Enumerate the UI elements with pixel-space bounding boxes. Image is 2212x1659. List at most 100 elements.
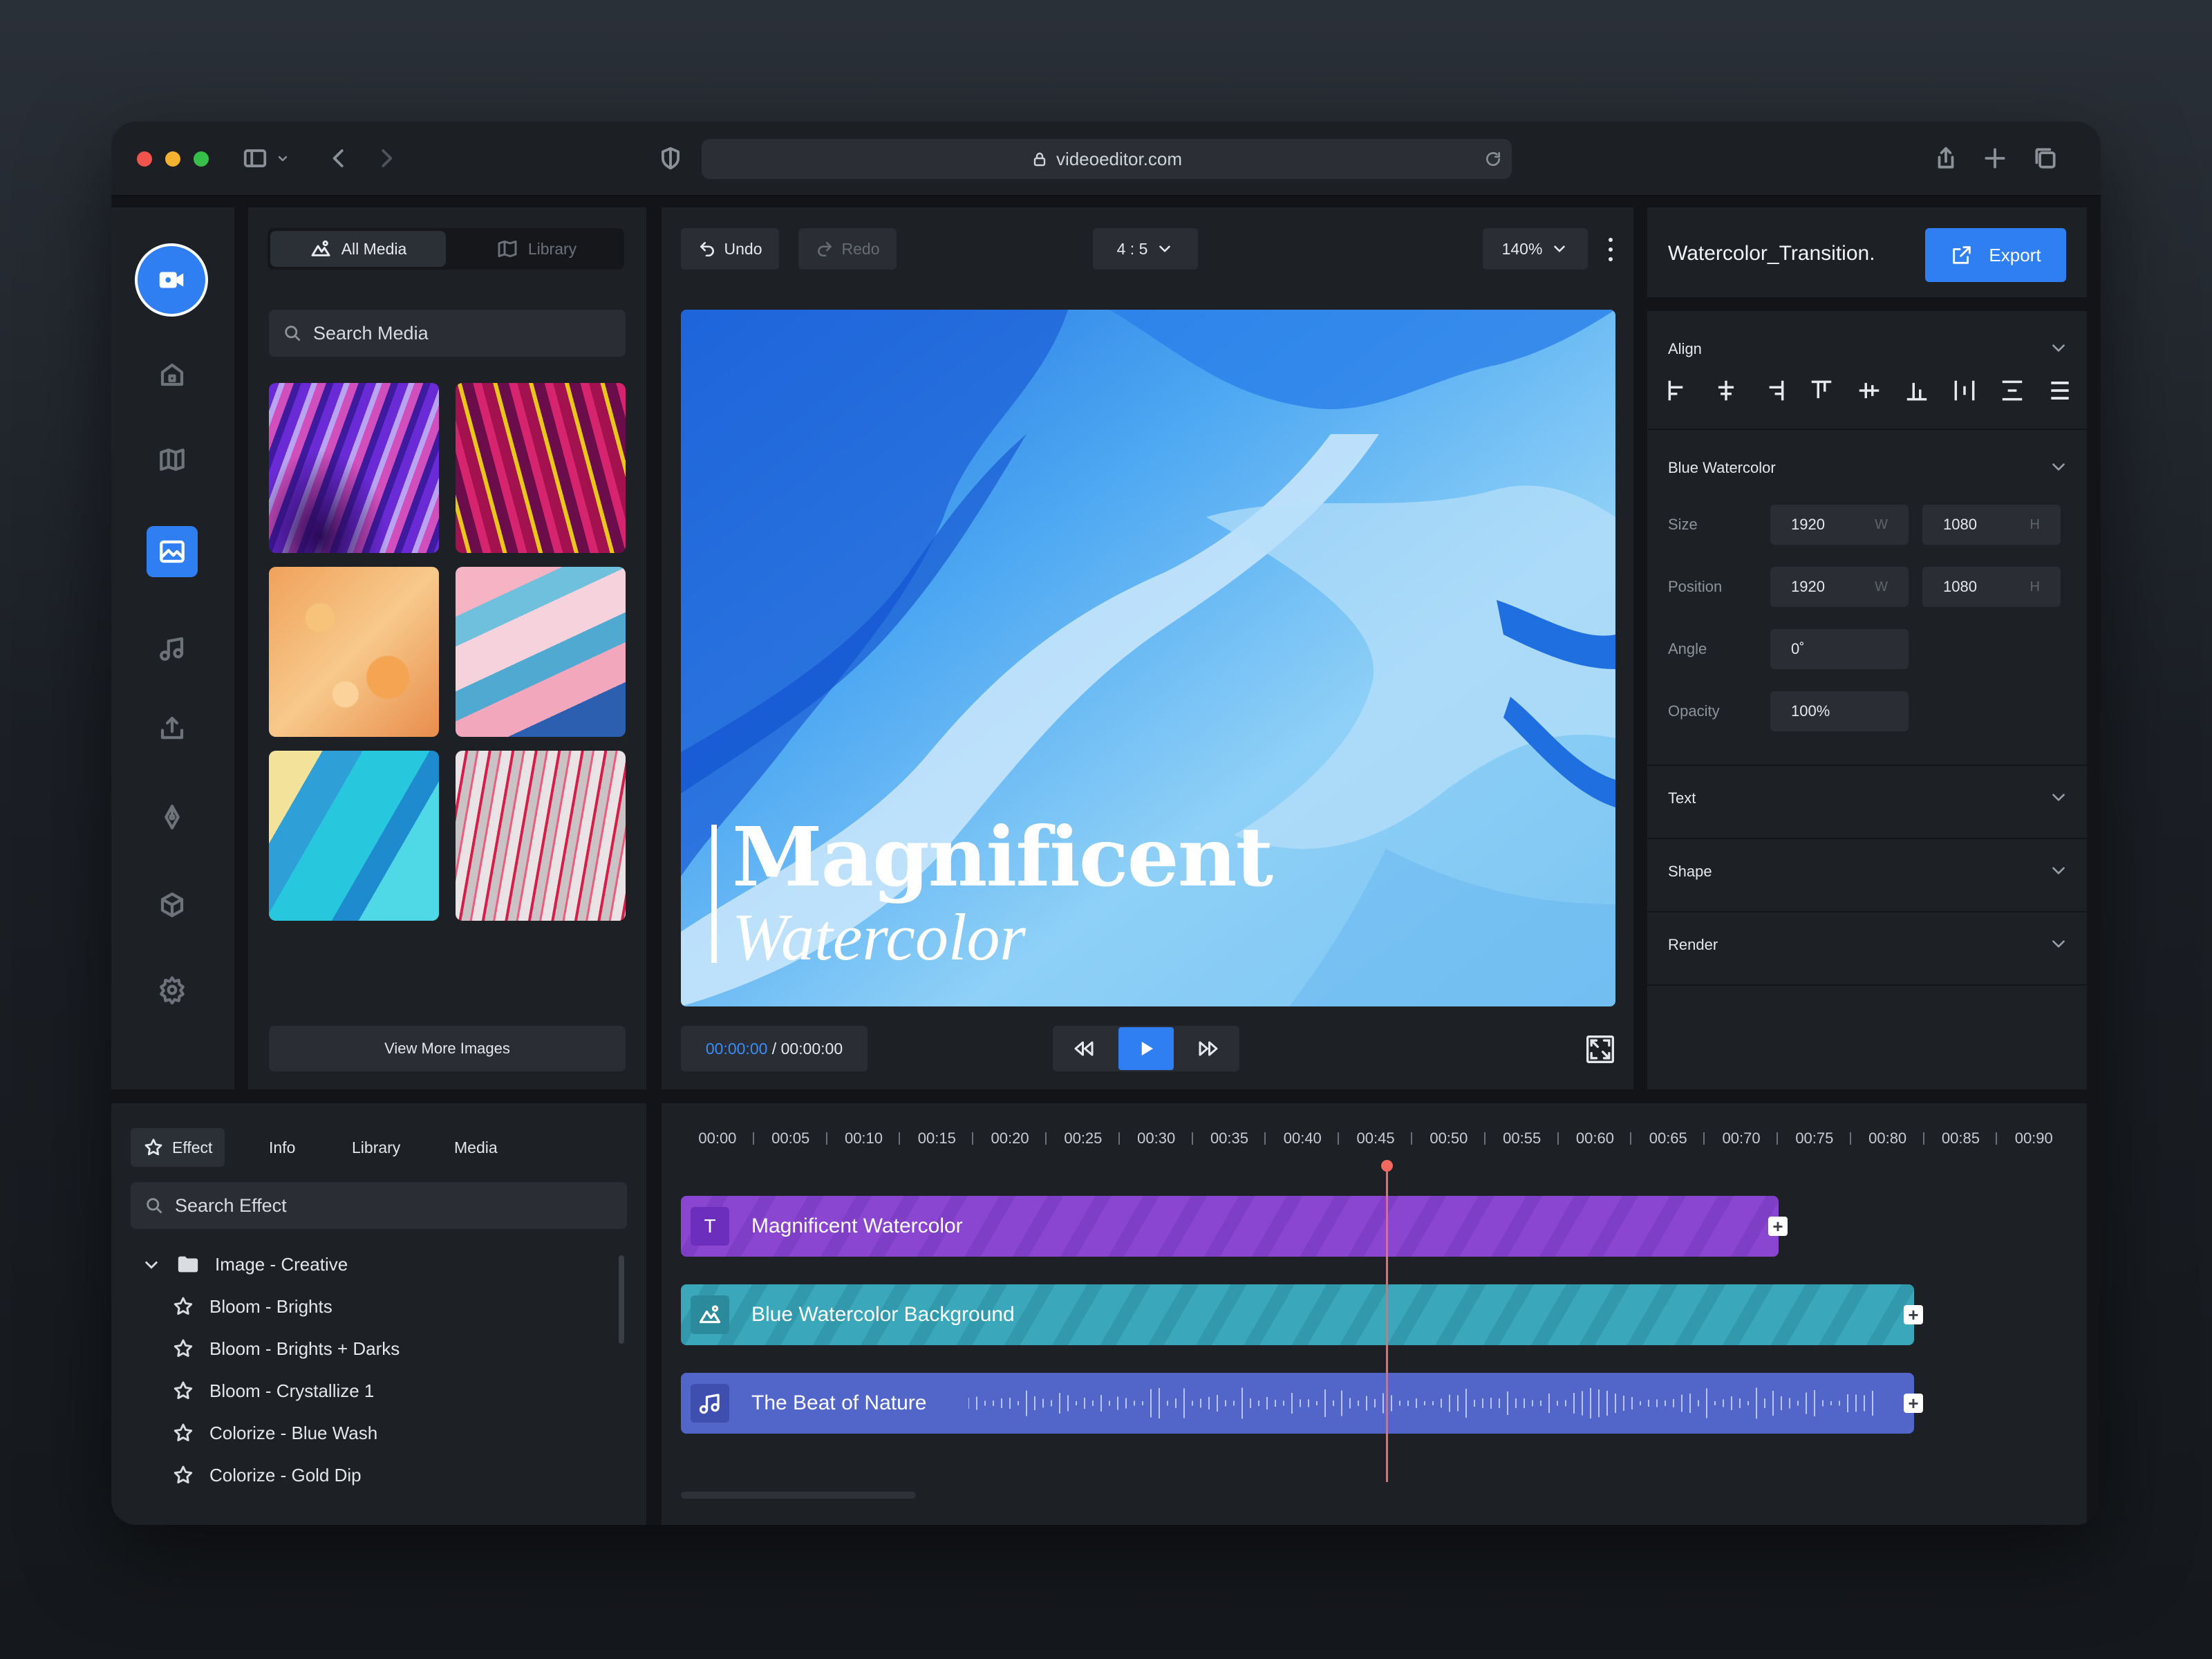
shield-icon[interactable] xyxy=(655,142,686,174)
divider xyxy=(1647,911,2087,912)
add-clip-icon[interactable]: + xyxy=(1768,1217,1788,1236)
media-thumbnail[interactable] xyxy=(269,383,439,553)
close-dot[interactable] xyxy=(137,151,152,167)
media-thumbnail[interactable] xyxy=(456,383,626,553)
text-section-title[interactable]: Text xyxy=(1668,789,1696,807)
search-media-input[interactable]: Search Media xyxy=(269,310,626,357)
effect-item[interactable]: Colorize - Gold Dip xyxy=(172,1464,362,1486)
minimize-dot[interactable] xyxy=(165,151,180,167)
align-top-icon[interactable] xyxy=(1808,377,1835,404)
pen-icon[interactable] xyxy=(147,791,198,843)
tab-all-media[interactable]: All Media xyxy=(270,231,446,267)
track-clip-text[interactable]: T Magnificent Watercolor xyxy=(681,1196,1779,1257)
media-panel: All Media Library Search Media View More… xyxy=(248,207,646,1089)
timeline-scrollbar[interactable] xyxy=(681,1492,916,1499)
aspect-ratio-select[interactable]: 4 : 5 xyxy=(1093,228,1198,270)
track-clip-audio[interactable]: The Beat of Nature xyxy=(681,1373,1914,1434)
zoom-dot[interactable] xyxy=(194,151,209,167)
settings-icon[interactable] xyxy=(147,964,198,1015)
reload-icon[interactable] xyxy=(1484,150,1502,168)
browser-window: videoeditor.com All Media Library Search… xyxy=(111,122,2101,1525)
app-logo[interactable] xyxy=(135,243,208,317)
distribute-h-icon[interactable] xyxy=(1951,377,1978,404)
book-icon[interactable] xyxy=(147,434,198,485)
size-height-field[interactable]: 1080 H xyxy=(1922,505,2061,545)
fullscreen-icon[interactable] xyxy=(1585,1034,1615,1065)
media-thumbnail[interactable] xyxy=(269,567,439,737)
time-tick: 00:10 xyxy=(827,1118,901,1159)
effect-item[interactable]: Bloom - Brights + Darks xyxy=(172,1338,400,1360)
effect-item[interactable]: Colorize - Blue Wash xyxy=(172,1422,377,1444)
search-effect-input[interactable]: Search Effect xyxy=(131,1182,627,1229)
zoom-select[interactable]: 140% xyxy=(1483,228,1588,270)
export-button[interactable]: Export xyxy=(1925,228,2066,282)
upload-icon[interactable] xyxy=(147,702,198,753)
fast-forward-icon[interactable] xyxy=(1177,1036,1239,1061)
play-button[interactable] xyxy=(1118,1027,1174,1070)
time-tick: 00:40 xyxy=(1266,1118,1339,1159)
redo-button[interactable]: Redo xyxy=(798,228,897,270)
effect-item[interactable]: Bloom - Crystallize 1 xyxy=(172,1380,374,1402)
effect-item[interactable]: Bloom - Brights xyxy=(172,1295,332,1318)
music-icon[interactable] xyxy=(147,623,198,674)
time-tick: 00:15 xyxy=(900,1118,973,1159)
add-clip-icon[interactable]: + xyxy=(1904,1394,1923,1413)
home-icon[interactable] xyxy=(147,349,198,400)
render-section-title[interactable]: Render xyxy=(1668,936,1718,954)
effects-folder[interactable]: Image - Creative xyxy=(142,1253,348,1276)
tab-info[interactable]: Info xyxy=(256,1128,308,1167)
chevron-down-icon[interactable] xyxy=(2050,458,2068,476)
add-clip-icon[interactable]: + xyxy=(1904,1305,1923,1324)
total-time: / 00:00:00 xyxy=(767,1039,843,1058)
tab-library[interactable]: Library xyxy=(449,228,624,270)
scrollbar[interactable] xyxy=(619,1255,624,1344)
size-label: Size xyxy=(1668,516,1698,533)
chevron-down-icon[interactable] xyxy=(2050,861,2068,879)
forward-icon[interactable] xyxy=(371,142,402,174)
tab-library[interactable]: Library xyxy=(339,1128,413,1167)
align-right-icon[interactable] xyxy=(1761,377,1787,404)
angle-field[interactable]: 0˚ xyxy=(1770,629,1909,669)
cube-icon[interactable] xyxy=(147,879,198,930)
star-icon xyxy=(174,1297,193,1315)
align-bottom-icon[interactable] xyxy=(1904,377,1930,404)
size-width-field[interactable]: 1920 W xyxy=(1770,505,1909,545)
align-left-icon[interactable] xyxy=(1665,377,1691,404)
chevron-down-icon[interactable] xyxy=(2050,788,2068,806)
shape-section-title[interactable]: Shape xyxy=(1668,863,1712,881)
media-thumbnail[interactable] xyxy=(269,751,439,921)
tab-effect[interactable]: Effect xyxy=(131,1128,225,1167)
align-center-h-icon[interactable] xyxy=(1713,377,1739,404)
star-icon xyxy=(174,1465,193,1483)
position-y-field[interactable]: 1080 H xyxy=(1922,567,2061,607)
view-more-images-button[interactable]: View More Images xyxy=(269,1026,626,1071)
media-thumbnail[interactable] xyxy=(456,567,626,737)
share-icon[interactable] xyxy=(1930,142,1962,174)
opacity-field[interactable]: 100% xyxy=(1770,691,1909,731)
video-preview[interactable]: Magnificent Watercolor xyxy=(681,310,1615,1006)
image-icon[interactable] xyxy=(147,526,198,577)
chevron-down-icon[interactable] xyxy=(2050,339,2068,357)
align-section-title: Align xyxy=(1668,340,1702,357)
chevron-down-icon[interactable] xyxy=(2050,935,2068,953)
undo-button[interactable]: Undo xyxy=(681,228,779,270)
time-tick: 00:00 xyxy=(681,1118,754,1159)
track-clip-image[interactable]: Blue Watercolor Background xyxy=(681,1284,1914,1345)
rewind-icon[interactable] xyxy=(1053,1036,1115,1061)
chevron-down-icon[interactable] xyxy=(267,142,299,174)
time-tick: 00:25 xyxy=(1047,1118,1120,1159)
new-tab-icon[interactable] xyxy=(1979,142,2011,174)
tab-media[interactable]: Media xyxy=(442,1128,510,1167)
position-x-field[interactable]: 1920 W xyxy=(1770,567,1909,607)
more-options-icon[interactable] xyxy=(1607,238,1614,261)
justify-icon[interactable] xyxy=(2047,377,2073,404)
distribute-v-icon[interactable] xyxy=(1999,377,2025,404)
media-thumbnail[interactable] xyxy=(456,751,626,921)
back-icon[interactable] xyxy=(323,142,355,174)
align-center-v-icon[interactable] xyxy=(1856,377,1882,404)
tabs-overview-icon[interactable] xyxy=(2030,142,2061,174)
properties-panel: Watercolor_Transition. Export Align Blue… xyxy=(1647,207,2087,1089)
playhead[interactable] xyxy=(1381,1160,1393,1482)
play-icon xyxy=(1141,1042,1153,1056)
address-bar[interactable]: videoeditor.com xyxy=(702,139,1512,179)
